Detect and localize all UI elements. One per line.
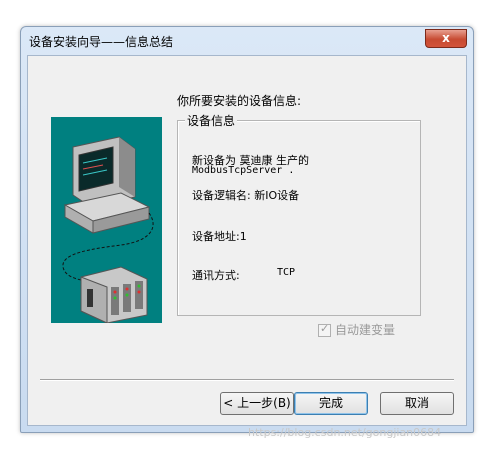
dialog-window: 设备安装向导——信息总结 x 你所要安装的设备信息: 设备信息 新设备为 莫迪康… [20,26,474,433]
title-bar[interactable]: 设备安装向导——信息总结 x [21,27,473,55]
install-info-heading: 你所要安装的设备信息: [177,94,302,108]
dialog-client: 你所要安装的设备信息: 设备信息 新设备为 莫迪康 生产的 ModbusTcpS… [27,55,467,426]
finish-button[interactable]: 完成 [294,392,368,415]
computer-network-icon [62,136,154,324]
checkbox-check-icon [318,322,331,337]
auto-create-variables-label: 自动建变量 [335,323,396,337]
comm-method-value: TCP [277,267,296,278]
device-type-text: ModbusTcpServer . [192,165,295,176]
auto-create-variables-checkbox[interactable]: 自动建变量 [318,321,395,338]
window-title: 设备安装向导——信息总结 [29,35,174,49]
logical-name-text: 设备逻辑名: 新IO设备 [192,189,300,202]
device-address-text: 设备地址:1 [192,230,247,243]
device-info-group [177,120,421,316]
watermark-text: https://blog.csdn.net/gongjian0684 [248,426,442,439]
computer-device-illustration [51,117,162,324]
back-button[interactable]: < 上一步(B) [220,392,294,415]
close-button[interactable]: x [425,29,467,48]
close-icon: x [442,31,450,45]
comm-method-label: 通讯方式: [192,269,240,282]
device-info-legend: 设备信息 [185,112,238,129]
cancel-button[interactable]: 取消 [380,392,454,415]
divider [40,379,454,381]
